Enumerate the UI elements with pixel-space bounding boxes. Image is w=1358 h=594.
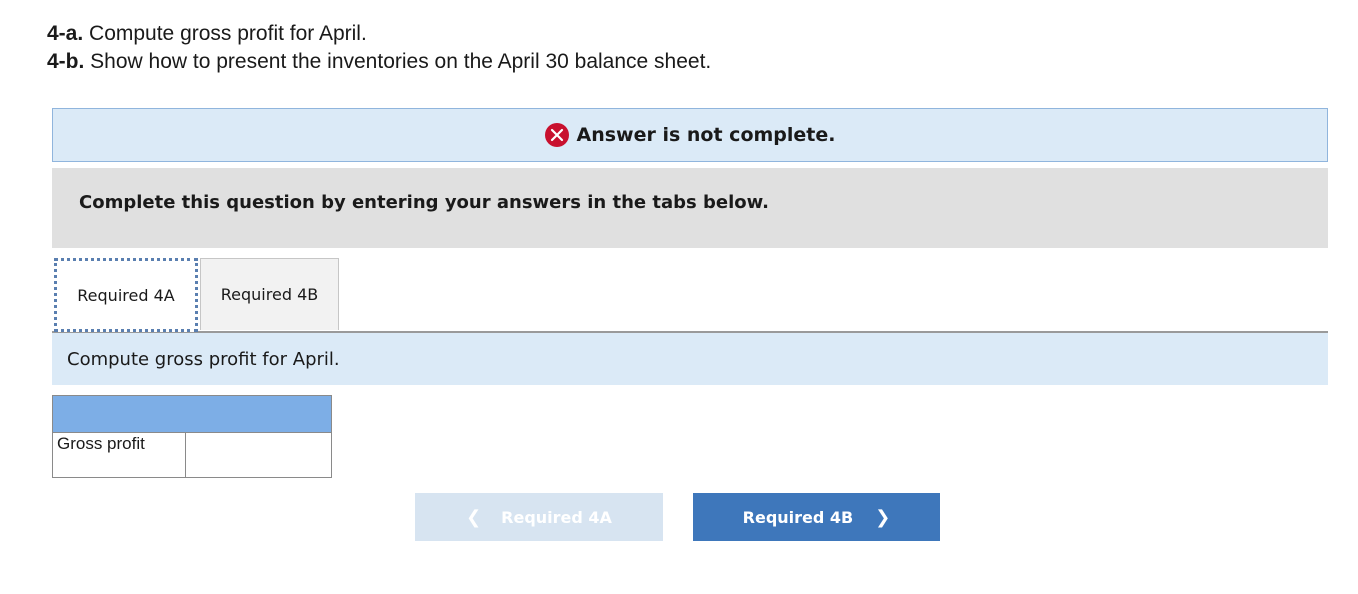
tab-required-4b-label: Required 4B — [220, 285, 319, 304]
table-row: Gross profit — [52, 432, 332, 478]
question-4b-text: Show how to present the inventories on t… — [84, 50, 712, 73]
table-header-row — [52, 395, 332, 433]
question-4a-number: 4-a. — [47, 22, 84, 45]
table-header-cell — [52, 395, 332, 433]
question-4a: 4-a. Compute gross profit for April. — [47, 20, 711, 48]
gross-profit-input[interactable] — [186, 433, 331, 477]
answer-status-alert: Answer is not complete. — [52, 108, 1328, 162]
gross-profit-input-cell — [185, 432, 332, 478]
tab-required-4a-label: Required 4A — [77, 285, 175, 305]
instructions-banner: Complete this question by entering your … — [52, 168, 1328, 248]
tab-panel-prompt: Compute gross profit for April. — [52, 333, 1328, 385]
prev-button-label: Required 4A — [501, 507, 612, 527]
chevron-right-icon: ❯ — [875, 506, 891, 528]
tab-panel-prompt-text: Compute gross profit for April. — [67, 348, 340, 370]
gross-profit-label: Gross profit — [52, 432, 186, 478]
next-button-label: Required 4B — [742, 507, 854, 527]
alert-text: Answer is not complete. — [576, 124, 836, 146]
question-4a-text: Compute gross profit for April. — [83, 22, 367, 45]
chevron-left-icon: ❮ — [466, 506, 482, 528]
instructions-text: Complete this question by entering your … — [79, 191, 769, 213]
prev-required-4a-button[interactable]: ❮ Required 4A — [415, 493, 663, 541]
tab-required-4b[interactable]: Required 4B — [200, 258, 339, 330]
tab-bar: Required 4A Required 4B — [52, 258, 1328, 333]
next-required-4b-button[interactable]: Required 4B ❯ — [693, 493, 940, 541]
question-4b: 4-b. Show how to present the inventories… — [47, 48, 711, 76]
x-circle-icon — [544, 123, 569, 147]
question-list: 4-a. Compute gross profit for April. 4-b… — [47, 20, 711, 76]
gross-profit-table: Gross profit — [52, 395, 332, 478]
tab-required-4a[interactable]: Required 4A — [54, 258, 198, 332]
question-4b-number: 4-b. — [47, 50, 85, 73]
